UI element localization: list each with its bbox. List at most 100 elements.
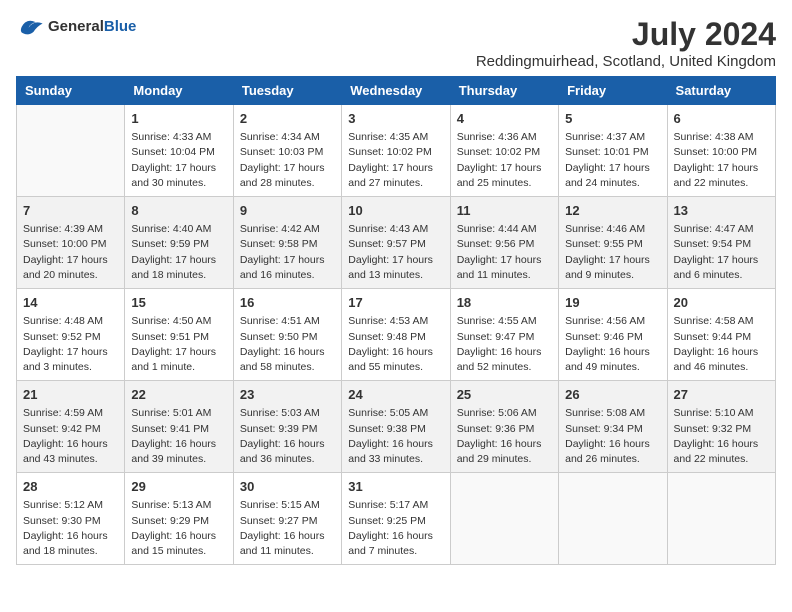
calendar-cell: 13 Sunrise: 4:47 AM Sunset: 9:54 PM Dayli… (667, 197, 775, 289)
day-info: Sunrise: 4:38 AM Sunset: 10:00 PM Daylig… (674, 130, 769, 191)
col-header-saturday: Saturday (667, 77, 775, 105)
day-number: 2 (240, 110, 335, 128)
day-number: 15 (131, 294, 226, 312)
calendar-cell: 3 Sunrise: 4:35 AM Sunset: 10:02 PM Dayli… (342, 105, 450, 197)
logo: GeneralBlue (16, 16, 136, 38)
day-info: Sunrise: 4:34 AM Sunset: 10:03 PM Daylig… (240, 130, 335, 191)
day-number: 9 (240, 202, 335, 220)
day-number: 10 (348, 202, 443, 220)
day-number: 29 (131, 478, 226, 496)
day-info: Sunrise: 5:15 AM Sunset: 9:27 PM Dayligh… (240, 498, 335, 559)
day-number: 11 (457, 202, 552, 220)
day-info: Sunrise: 4:56 AM Sunset: 9:46 PM Dayligh… (565, 314, 660, 375)
calendar-cell: 4Sunrise: 4:36 AM Sunset: 10:02 PM Dayli… (450, 105, 558, 197)
day-number: 24 (348, 386, 443, 404)
day-info: Sunrise: 4:55 AM Sunset: 9:47 PM Dayligh… (457, 314, 552, 375)
logo-text-general: General (48, 18, 104, 35)
calendar-cell (17, 105, 125, 197)
calendar-cell: 9 Sunrise: 4:42 AM Sunset: 9:58 PM Daylig… (233, 197, 341, 289)
day-info: Sunrise: 4:47 AM Sunset: 9:54 PM Dayligh… (674, 222, 769, 283)
calendar-cell: 14Sunrise: 4:48 AM Sunset: 9:52 PM Dayli… (17, 289, 125, 381)
day-info: Sunrise: 4:48 AM Sunset: 9:52 PM Dayligh… (23, 314, 118, 375)
day-info: Sunrise: 4:40 AM Sunset: 9:59 PM Dayligh… (131, 222, 226, 283)
logo-bird-icon (16, 16, 44, 38)
col-header-tuesday: Tuesday (233, 77, 341, 105)
calendar-cell: 20 Sunrise: 4:58 AM Sunset: 9:44 PM Dayli… (667, 289, 775, 381)
day-info: Sunrise: 4:43 AM Sunset: 9:57 PM Dayligh… (348, 222, 443, 283)
calendar-cell: 25 Sunrise: 5:06 AM Sunset: 9:36 PM Dayli… (450, 381, 558, 473)
calendar-cell: 15 Sunrise: 4:50 AM Sunset: 9:51 PM Dayli… (125, 289, 233, 381)
calendar-cell (450, 473, 558, 565)
calendar-cell: 28 Sunrise: 5:12 AM Sunset: 9:30 PM Dayli… (17, 473, 125, 565)
logo-text-blue: Blue (104, 18, 137, 35)
day-info: Sunrise: 4:35 AM Sunset: 10:02 PM Daylig… (348, 130, 443, 191)
calendar-cell: 29 Sunrise: 5:13 AM Sunset: 9:29 PM Dayli… (125, 473, 233, 565)
day-info: Sunrise: 4:33 AM Sunset: 10:04 PM Daylig… (131, 130, 226, 191)
day-info: Sunrise: 5:10 AM Sunset: 9:32 PM Dayligh… (674, 406, 769, 467)
day-info: Sunrise: 5:01 AM Sunset: 9:41 PM Dayligh… (131, 406, 226, 467)
day-info: Sunrise: 5:12 AM Sunset: 9:30 PM Dayligh… (23, 498, 118, 559)
day-number: 7 (23, 202, 118, 220)
calendar-cell: 26Sunrise: 5:08 AM Sunset: 9:34 PM Dayli… (559, 381, 667, 473)
day-info: Sunrise: 4:42 AM Sunset: 9:58 PM Dayligh… (240, 222, 335, 283)
calendar-header-row: SundayMondayTuesdayWednesdayThursdayFrid… (17, 77, 776, 105)
day-number: 21 (23, 386, 118, 404)
calendar-cell: 1 Sunrise: 4:33 AM Sunset: 10:04 PM Dayli… (125, 105, 233, 197)
calendar-table: SundayMondayTuesdayWednesdayThursdayFrid… (16, 76, 776, 565)
calendar-cell: 6 Sunrise: 4:38 AM Sunset: 10:00 PM Dayli… (667, 105, 775, 197)
day-info: Sunrise: 4:39 AM Sunset: 10:00 PM Daylig… (23, 222, 118, 283)
day-number: 16 (240, 294, 335, 312)
week-row-4: 21 Sunrise: 4:59 AM Sunset: 9:42 PM Dayli… (17, 381, 776, 473)
day-info: Sunrise: 5:13 AM Sunset: 9:29 PM Dayligh… (131, 498, 226, 559)
calendar-cell: 27Sunrise: 5:10 AM Sunset: 9:32 PM Dayli… (667, 381, 775, 473)
day-number: 8 (131, 202, 226, 220)
week-row-2: 7 Sunrise: 4:39 AM Sunset: 10:00 PM Dayli… (17, 197, 776, 289)
day-number: 13 (674, 202, 769, 220)
col-header-sunday: Sunday (17, 77, 125, 105)
day-number: 22 (131, 386, 226, 404)
day-number: 31 (348, 478, 443, 496)
month-title: July 2024 (476, 16, 776, 53)
day-info: Sunrise: 4:36 AM Sunset: 10:02 PM Daylig… (457, 130, 552, 191)
calendar-cell: 11 Sunrise: 4:44 AM Sunset: 9:56 PM Dayli… (450, 197, 558, 289)
day-number: 30 (240, 478, 335, 496)
day-number: 6 (674, 110, 769, 128)
day-number: 5 (565, 110, 660, 128)
col-header-monday: Monday (125, 77, 233, 105)
calendar-cell: 24 Sunrise: 5:05 AM Sunset: 9:38 PM Dayli… (342, 381, 450, 473)
calendar-cell: 16Sunrise: 4:51 AM Sunset: 9:50 PM Dayli… (233, 289, 341, 381)
day-number: 23 (240, 386, 335, 404)
calendar-cell: 22 Sunrise: 5:01 AM Sunset: 9:41 PM Dayli… (125, 381, 233, 473)
day-number: 28 (23, 478, 118, 496)
calendar-cell: 18Sunrise: 4:55 AM Sunset: 9:47 PM Dayli… (450, 289, 558, 381)
day-info: Sunrise: 5:05 AM Sunset: 9:38 PM Dayligh… (348, 406, 443, 467)
day-number: 1 (131, 110, 226, 128)
day-info: Sunrise: 4:46 AM Sunset: 9:55 PM Dayligh… (565, 222, 660, 283)
day-info: Sunrise: 4:44 AM Sunset: 9:56 PM Dayligh… (457, 222, 552, 283)
location-title: Reddingmuirhead, Scotland, United Kingdo… (476, 53, 776, 70)
col-header-wednesday: Wednesday (342, 77, 450, 105)
day-info: Sunrise: 5:08 AM Sunset: 9:34 PM Dayligh… (565, 406, 660, 467)
calendar-cell: 17Sunrise: 4:53 AM Sunset: 9:48 PM Dayli… (342, 289, 450, 381)
week-row-3: 14Sunrise: 4:48 AM Sunset: 9:52 PM Dayli… (17, 289, 776, 381)
calendar-cell: 30 Sunrise: 5:15 AM Sunset: 9:27 PM Dayli… (233, 473, 341, 565)
calendar-cell: 12Sunrise: 4:46 AM Sunset: 9:55 PM Dayli… (559, 197, 667, 289)
day-info: Sunrise: 4:58 AM Sunset: 9:44 PM Dayligh… (674, 314, 769, 375)
calendar-cell (559, 473, 667, 565)
day-number: 3 (348, 110, 443, 128)
day-info: Sunrise: 5:17 AM Sunset: 9:25 PM Dayligh… (348, 498, 443, 559)
day-info: Sunrise: 4:59 AM Sunset: 9:42 PM Dayligh… (23, 406, 118, 467)
day-number: 25 (457, 386, 552, 404)
day-info: Sunrise: 5:06 AM Sunset: 9:36 PM Dayligh… (457, 406, 552, 467)
day-number: 19 (565, 294, 660, 312)
day-info: Sunrise: 4:50 AM Sunset: 9:51 PM Dayligh… (131, 314, 226, 375)
calendar-cell (667, 473, 775, 565)
calendar-cell: 19 Sunrise: 4:56 AM Sunset: 9:46 PM Dayli… (559, 289, 667, 381)
calendar-cell: 10 Sunrise: 4:43 AM Sunset: 9:57 PM Dayli… (342, 197, 450, 289)
calendar-cell: 31 Sunrise: 5:17 AM Sunset: 9:25 PM Dayli… (342, 473, 450, 565)
day-number: 20 (674, 294, 769, 312)
title-area: July 2024 Reddingmuirhead, Scotland, Uni… (476, 16, 776, 70)
calendar-cell: 23Sunrise: 5:03 AM Sunset: 9:39 PM Dayli… (233, 381, 341, 473)
day-info: Sunrise: 4:37 AM Sunset: 10:01 PM Daylig… (565, 130, 660, 191)
week-row-5: 28 Sunrise: 5:12 AM Sunset: 9:30 PM Dayli… (17, 473, 776, 565)
